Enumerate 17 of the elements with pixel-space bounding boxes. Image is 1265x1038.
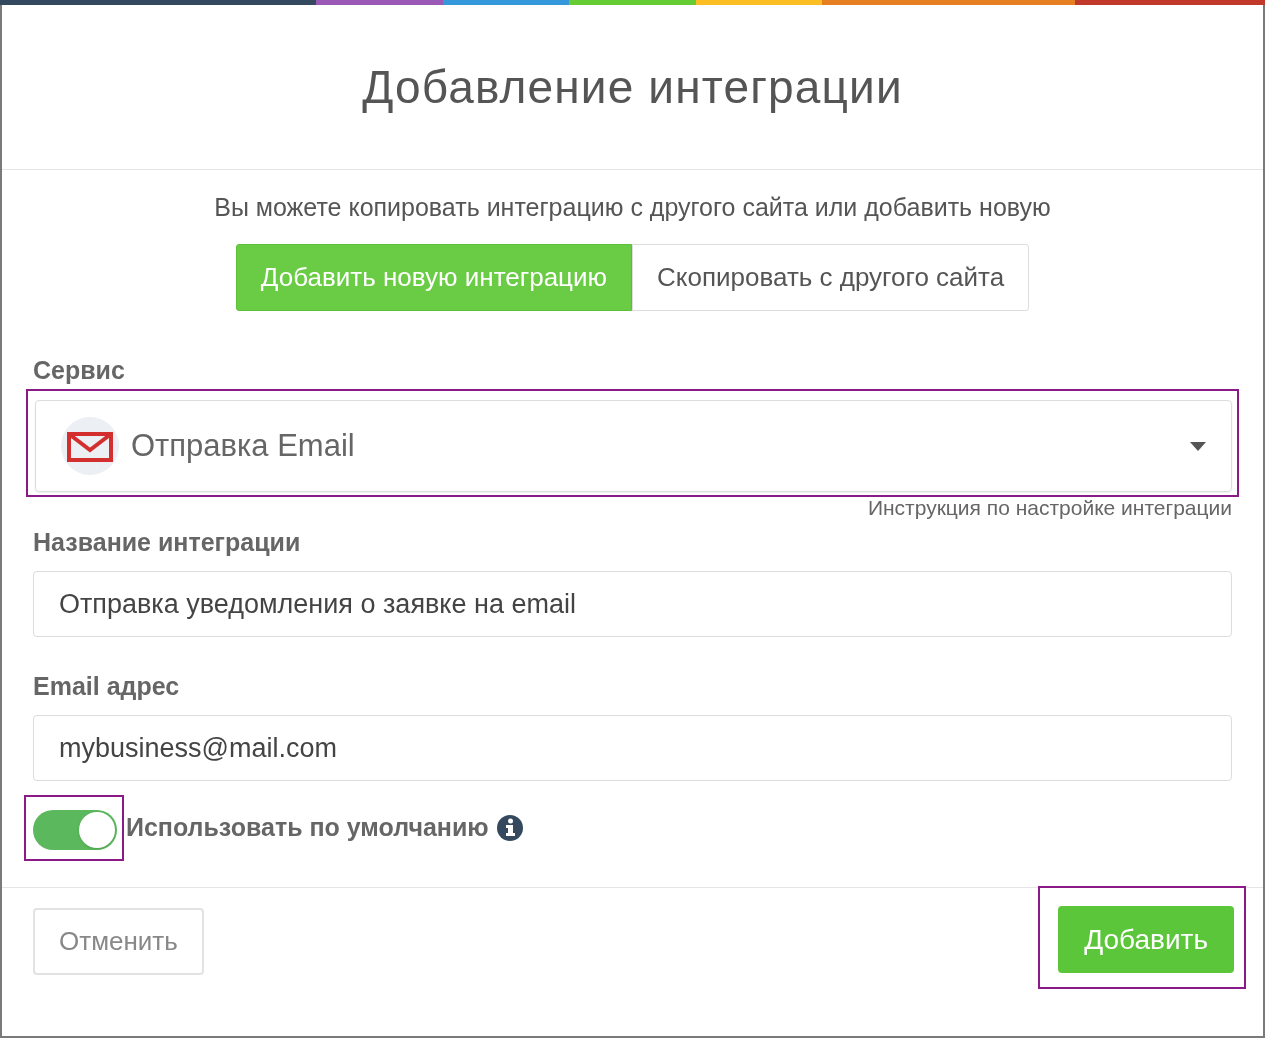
field-label: Название интеграции [33,527,302,557]
service-select[interactable]: Отправка Email [35,400,1232,492]
field-label: Email адрес [33,671,181,701]
field-label: Сервис [33,355,126,385]
help-link[interactable]: Инструкция по настройке интеграции [867,496,1232,520]
envelope-icon [61,417,119,475]
toggle-label: Использовать по умолчанию [126,812,489,844]
select-value: Отправка Email [131,426,356,465]
toggle-switch[interactable] [33,810,117,850]
text-input-field[interactable]: Отправка уведомления о заявке на email [33,571,1232,637]
dialog-title: Добавление интеграции [362,59,903,115]
intro-text: Вы можете копировать интеграцию с другого сайта или добавить новую [213,192,1052,222]
text-input-field[interactable]: mybusiness@mail.com [33,715,1232,781]
dropdown-caret-icon [1190,441,1206,451]
cancel-button[interactable]: Отменить [33,908,204,975]
info-icon[interactable] [496,815,523,841]
mode-tab[interactable]: Скопировать с другого сайта [632,244,1030,311]
